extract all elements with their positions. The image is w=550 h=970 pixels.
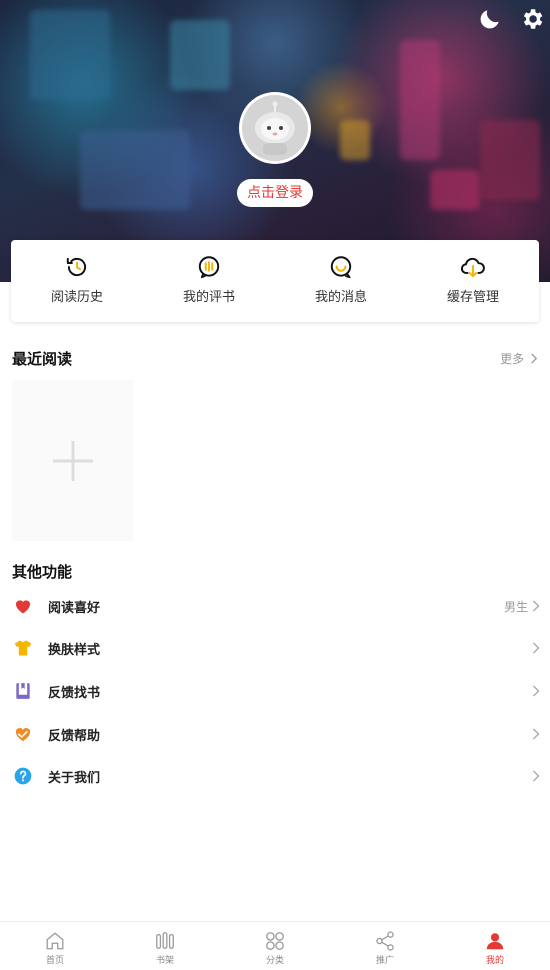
more-label: 更多 [500, 352, 525, 366]
message-icon [330, 256, 352, 279]
other-functions-title: 其他功能 [12, 563, 73, 581]
quick-action-label: 阅读历史 [50, 290, 103, 305]
add-book-button[interactable] [12, 380, 133, 541]
bg-decor [430, 170, 480, 210]
bg-decor [400, 40, 440, 160]
function-item-skin-style[interactable]: 换肤样式 [0, 628, 550, 668]
function-value: 男生 [503, 599, 528, 614]
tab-label: 首页 [45, 956, 64, 966]
function-label: 反馈帮助 [48, 728, 101, 744]
login-button[interactable]: 点击登录 [237, 179, 313, 207]
quick-action-my-reviews[interactable]: 我的评书 [143, 240, 275, 322]
tab-promote[interactable]: 推广 [330, 922, 440, 970]
cloud-download-icon [460, 257, 485, 278]
tab-label: 推广 [375, 956, 394, 966]
bg-decor [340, 120, 370, 160]
quick-action-reading-history[interactable]: 阅读历史 [11, 240, 143, 322]
function-label: 反馈找书 [48, 685, 101, 701]
help-hands-icon [15, 728, 31, 742]
quick-action-label: 我的消息 [314, 290, 367, 305]
book-icon [16, 683, 30, 699]
function-item-feedback-help[interactable]: 反馈帮助 [0, 714, 550, 754]
chevron-right-icon [533, 600, 540, 612]
default-avatar-icon [242, 95, 308, 161]
chevron-right-icon [531, 353, 538, 364]
gear-icon[interactable] [519, 6, 545, 32]
bg-decor [170, 20, 230, 90]
moon-icon[interactable] [477, 6, 503, 32]
chevron-right-icon [533, 642, 540, 654]
recent-reading-title: 最近阅读 [12, 350, 73, 368]
share-icon [376, 931, 394, 951]
chevron-right-icon [533, 728, 540, 740]
heart-icon [15, 600, 31, 614]
tab-mine[interactable]: 我的 [440, 922, 550, 970]
tab-home[interactable]: 首页 [0, 922, 110, 970]
more-link[interactable]: 更多 [500, 350, 538, 367]
bookshelf-icon [156, 932, 174, 949]
bottom-tab-bar: 首页 书架 分类 推广 我的 [0, 921, 550, 970]
plus-icon [52, 440, 93, 481]
review-icon [198, 256, 220, 279]
history-icon [66, 257, 87, 277]
quick-action-label: 缓存管理 [446, 290, 499, 305]
user-icon [486, 933, 504, 950]
shirt-icon [14, 640, 32, 656]
function-item-reading-preference[interactable]: 阅读喜好 男生 [0, 586, 550, 626]
avatar[interactable] [239, 92, 311, 164]
function-label: 关于我们 [48, 770, 101, 786]
tab-bookshelf[interactable]: 书架 [110, 922, 220, 970]
bg-decor [80, 130, 190, 210]
chevron-right-icon [533, 685, 540, 697]
function-item-feedback-find-book[interactable]: 反馈找书 [0, 671, 550, 711]
function-label: 阅读喜好 [48, 600, 101, 616]
tab-category[interactable]: 分类 [220, 922, 330, 970]
home-icon [46, 932, 64, 950]
tab-label: 书架 [155, 956, 174, 966]
function-label: 换肤样式 [48, 642, 101, 658]
function-item-about-us[interactable]: 关于我们 [0, 756, 550, 796]
tab-label: 分类 [265, 956, 284, 966]
quick-action-label: 我的评书 [182, 290, 235, 305]
bg-decor [30, 10, 110, 100]
quick-actions-card: 阅读历史 我的评书 我的消息 缓存管理 [11, 240, 539, 322]
quick-action-my-messages[interactable]: 我的消息 [275, 240, 407, 322]
quick-action-cache-management[interactable]: 缓存管理 [407, 240, 539, 322]
bg-decor [480, 120, 540, 200]
category-icon [266, 932, 284, 950]
question-icon [14, 767, 32, 785]
tab-label: 我的 [485, 956, 504, 966]
chevron-right-icon [533, 770, 540, 782]
